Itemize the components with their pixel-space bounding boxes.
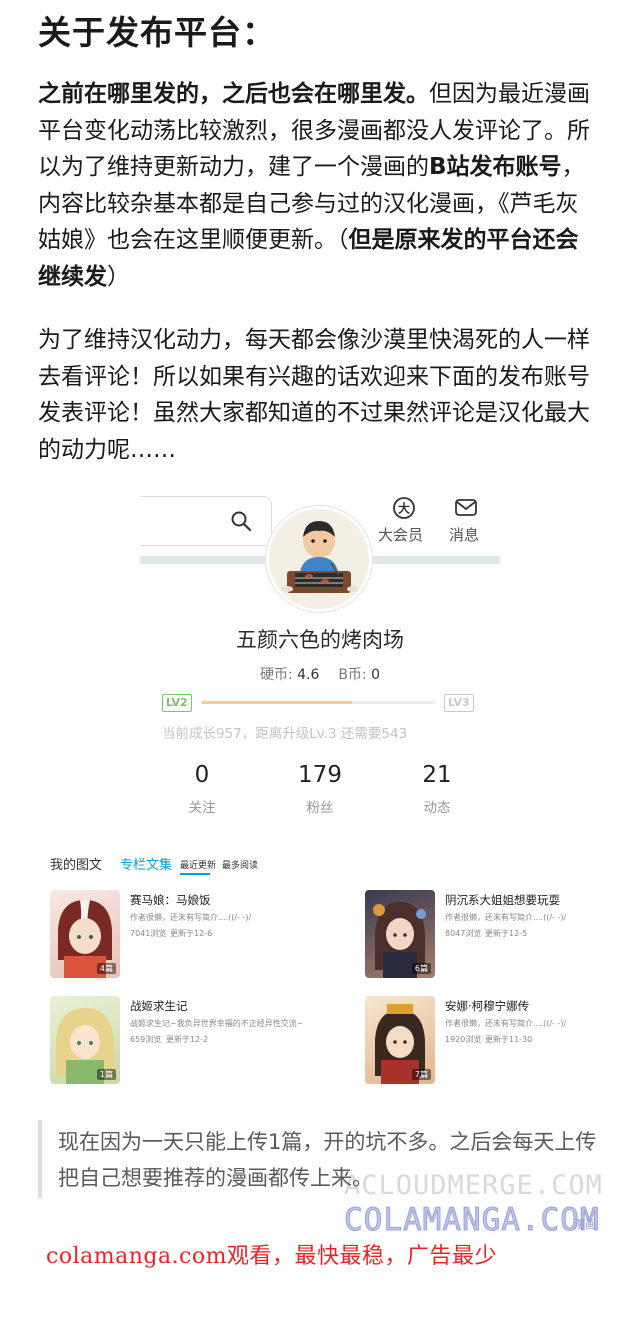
card-title[interactable]: 赛马娘：马娘饭: [130, 892, 211, 908]
vip-label[interactable]: 大会员: [378, 524, 423, 545]
profile-screenshot: 大 大会员 消息 五颜六色的烤肉场 硬币: 4.6 B币: 0 LV2 LV3 …: [0, 490, 640, 1090]
subtab-recent[interactable]: 最近更新: [180, 858, 216, 871]
card-title[interactable]: 安娜·柯穆宁娜传: [445, 998, 529, 1014]
watermark: ACLOUDMERGE.COM: [344, 1170, 603, 1201]
subtab-active-indicator: [180, 873, 210, 875]
card-cover[interactable]: 4篇: [50, 890, 120, 978]
card-updated: 更新于12-2: [166, 1035, 209, 1044]
bcoins-value: 0: [371, 667, 381, 683]
followers-count[interactable]: 179: [260, 762, 380, 788]
card-description: 战姬求生记~我负异世界幸福的不正经异性交流~: [130, 1019, 304, 1028]
article-count-badge: 7篇: [411, 1069, 431, 1080]
card-title[interactable]: 战姬求生记: [130, 998, 188, 1014]
card-views: 659浏览: [130, 1035, 162, 1044]
bcoins-label: B币:: [338, 667, 367, 683]
card-description: 作者很懒，还未有写简介....((/- -)/: [130, 913, 252, 922]
growth-text: 当前成长957，距离升级Lv.3 还需要543: [162, 726, 408, 742]
card-cover[interactable]: 1篇: [50, 996, 120, 1084]
ad-banner-text[interactable]: colamanga.com观看，最快最稳，广告最少: [46, 1238, 497, 1270]
article-count-badge: 1篇: [96, 1069, 116, 1080]
following-label[interactable]: 关注: [142, 796, 262, 816]
card-title[interactable]: 阴沉系大姐姐想要玩耍: [445, 892, 560, 908]
card-updated: 更新于12-6: [170, 929, 213, 938]
search-box[interactable]: [140, 496, 272, 546]
followers-label[interactable]: 粉丝: [260, 796, 380, 816]
page-heading: 关于发布平台：: [38, 13, 276, 52]
level-progress-fill: [202, 701, 352, 704]
intro-paragraph: 之前在哪里发的，之后也会在哪里发。但因为最近漫画平台变化动荡比较激烈，很多漫画都…: [38, 76, 598, 295]
dynamics-label[interactable]: 动态: [377, 796, 497, 816]
card-cover[interactable]: 6篇: [365, 890, 435, 978]
coins-label: 硬币:: [259, 667, 293, 683]
bold-text: 之前在哪里发的，之后也会在哪里发。: [38, 81, 429, 107]
card-updated: 更新于12-5: [485, 929, 528, 938]
card-views: 1920浏览: [445, 1035, 482, 1044]
avatar[interactable]: [266, 506, 372, 612]
card-updated: 更新于11-30: [485, 1035, 533, 1044]
card-description: 作者很懒，还未有写简介....((/- -)/: [445, 913, 567, 922]
subtab-most-read[interactable]: 最多阅读: [222, 858, 258, 871]
message-icon[interactable]: [454, 496, 478, 520]
card-views: 8047浏览: [445, 929, 482, 938]
card-description: 作者很懒，还未有写简介....((/- -)/: [445, 1019, 567, 1028]
tab-columns[interactable]: 专栏文集: [120, 854, 172, 873]
following-count[interactable]: 0: [142, 762, 262, 788]
username: 五颜六色的烤肉场: [236, 628, 404, 652]
avatar-illustration: [269, 509, 369, 609]
tab-my-posts[interactable]: 我的图文: [50, 854, 102, 873]
message-label[interactable]: 消息: [449, 524, 479, 545]
level-current-badge: LV2: [162, 694, 192, 712]
level-progress-bar: [202, 701, 436, 704]
card-views: 7041浏览: [130, 929, 167, 938]
svg-text:大: 大: [398, 501, 410, 516]
article-count-badge: 4篇: [96, 963, 116, 974]
card-cover[interactable]: 7篇: [365, 996, 435, 1084]
comment-paragraph: 为了维持汉化动力，每天都会像沙漠里快渴死的人一样去看评论！所以如果有兴趣的话欢迎…: [38, 327, 590, 463]
watermark-small: 漫画: [574, 1218, 596, 1231]
level-next-badge: LV3: [444, 694, 474, 712]
search-icon[interactable]: [230, 510, 252, 532]
bold-text: B站发布账号: [429, 154, 562, 180]
vip-icon[interactable]: 大: [392, 496, 416, 520]
coins-value: 4.6: [297, 667, 320, 683]
coin-info: 硬币: 4.6 B币: 0: [0, 664, 640, 684]
site-watermark: COLAMANGA.COM: [344, 1202, 600, 1239]
dynamics-count[interactable]: 21: [377, 762, 497, 788]
article-count-badge: 6篇: [411, 963, 431, 974]
body-text: ）: [107, 263, 130, 290]
quote-bar: [38, 1120, 42, 1198]
